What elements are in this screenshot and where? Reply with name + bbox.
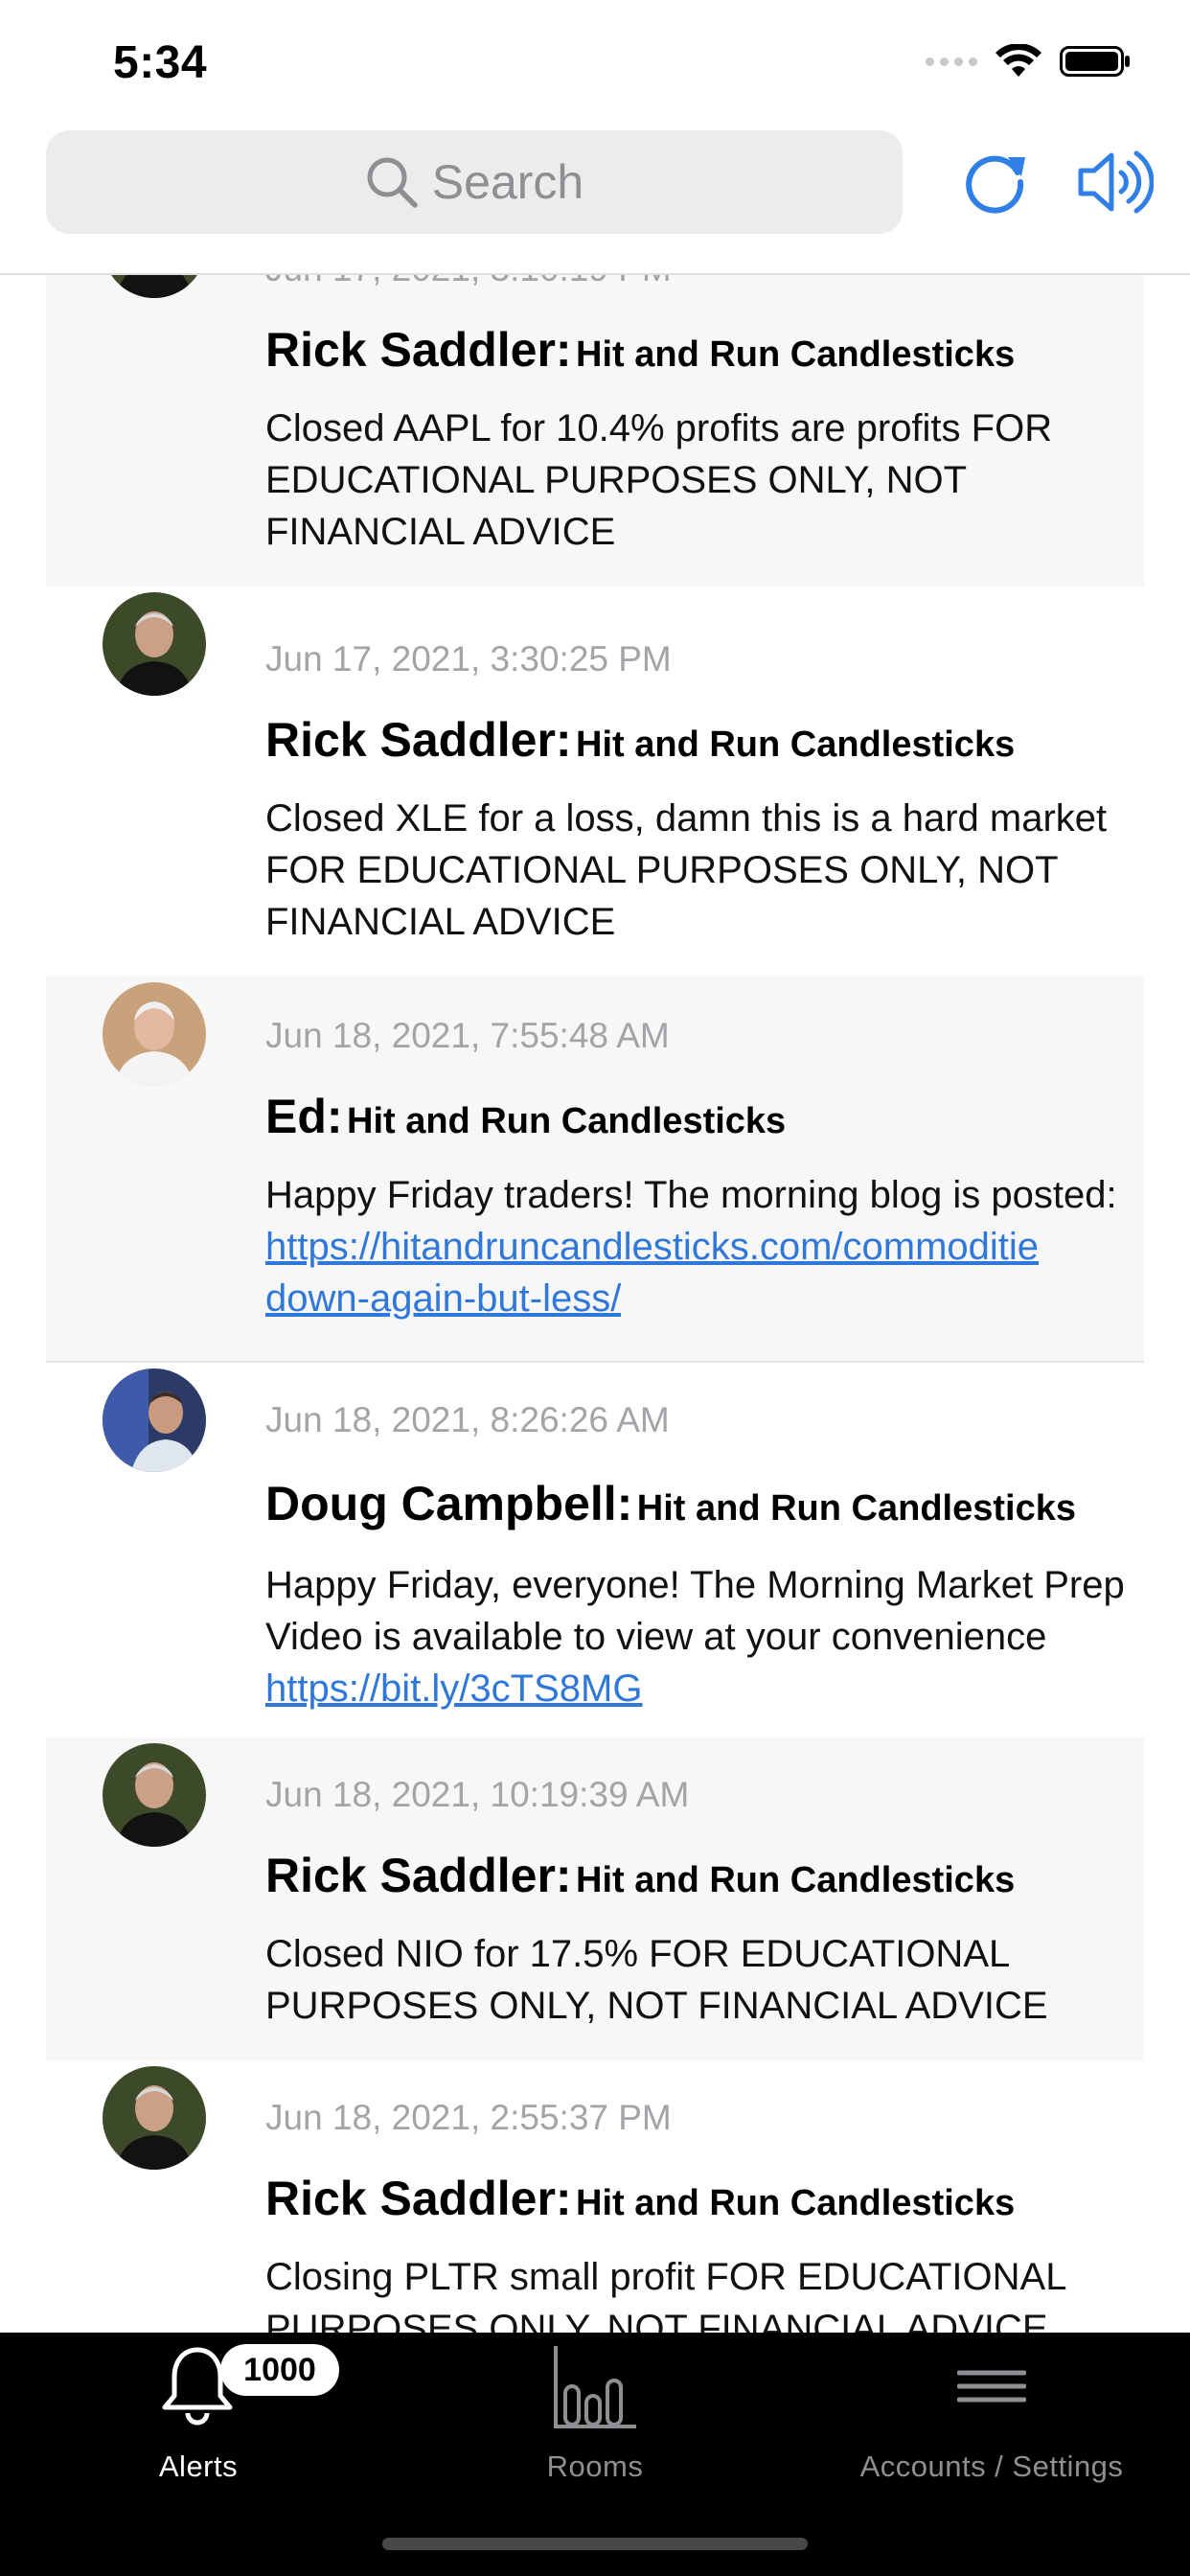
refresh-icon bbox=[966, 155, 1025, 214]
speaker-icon bbox=[1078, 150, 1154, 214]
message-room: Hit and Run Candlesticks bbox=[347, 1101, 787, 1141]
message-timestamp: Jun 17, 2021, 3:10:19 PM bbox=[265, 275, 1125, 288]
status-bar: 5:34 bbox=[0, 0, 1190, 125]
tab-accounts-settings[interactable]: Accounts / Settings bbox=[793, 2333, 1190, 2505]
message-text: Happy Friday, everyone! The Morning Mark… bbox=[265, 1559, 1125, 1714]
message-text: Closing PLTR small profit FOR EDUCATIONA… bbox=[265, 2256, 1065, 2333]
message-room: Hit and Run Candlesticks bbox=[636, 1488, 1076, 1529]
message-text: Closed XLE for a loss, damn this is a ha… bbox=[265, 797, 1108, 943]
avatar bbox=[103, 592, 206, 696]
bar-chart-icon bbox=[554, 2346, 636, 2428]
battery-icon bbox=[1060, 46, 1130, 77]
list-item[interactable]: Jun 18, 2021, 7:55:48 AM Ed: Hit and Run… bbox=[46, 977, 1144, 1363]
tab-bar: 1000 Alerts Rooms Accounts / Settings bbox=[0, 2333, 1190, 2576]
message-link[interactable]: https://bit.ly/3cTS8MG bbox=[265, 1668, 642, 1710]
message-text: Closed NIO for 17.5% FOR EDUCATIONAL PUR… bbox=[265, 1933, 1048, 2027]
message-title: Rick Saddler: Hit and Run Candlesticks bbox=[265, 711, 1125, 781]
search-placeholder: Search bbox=[431, 155, 584, 209]
message-timestamp: Jun 18, 2021, 8:26:26 AM bbox=[265, 1400, 670, 1439]
avatar bbox=[103, 982, 206, 1086]
message-title: Rick Saddler: Hit and Run Candlesticks bbox=[265, 2170, 1125, 2240]
avatar bbox=[103, 1368, 206, 1472]
list-item[interactable]: Jun 18, 2021, 8:26:26 AM Doug Campbell: … bbox=[46, 1363, 1144, 1737]
tab-label: Accounts / Settings bbox=[859, 2450, 1124, 2483]
tab-label: Rooms bbox=[546, 2450, 644, 2483]
message-timestamp: Jun 18, 2021, 2:55:37 PM bbox=[265, 2098, 672, 2137]
list-item[interactable]: Jun 17, 2021, 3:10:19 PM Rick Saddler: H… bbox=[46, 275, 1144, 586]
message-text-body: Happy Friday traders! The morning blog i… bbox=[265, 1174, 1117, 1216]
message-author: Rick Saddler: bbox=[265, 323, 572, 377]
alerts-badge: 1000 bbox=[220, 2344, 339, 2396]
message-author: Doug Campbell: bbox=[265, 1477, 633, 1530]
message-author: Rick Saddler: bbox=[265, 1849, 572, 1902]
message-author: Rick Saddler: bbox=[265, 2172, 572, 2225]
list-item[interactable]: Jun 18, 2021, 10:19:39 AM Rick Saddler: … bbox=[46, 1737, 1144, 2060]
message-title: Rick Saddler: Hit and Run Candlesticks bbox=[265, 1847, 1125, 1917]
list-item[interactable]: Jun 17, 2021, 3:30:25 PM Rick Saddler: H… bbox=[46, 586, 1144, 977]
tab-alerts[interactable]: 1000 Alerts bbox=[0, 2333, 397, 2505]
message-room: Hit and Run Candlesticks bbox=[576, 1860, 1016, 1900]
message-text: Happy Friday traders! The morning blog i… bbox=[265, 1169, 1125, 1338]
message-timestamp: Jun 18, 2021, 10:19:39 AM bbox=[265, 1775, 690, 1814]
message-room: Hit and Run Candlesticks bbox=[576, 334, 1016, 375]
message-room: Hit and Run Candlesticks bbox=[576, 724, 1016, 765]
message-title: Rick Saddler: Hit and Run Candlesticks bbox=[265, 321, 1125, 391]
message-title: Ed: Hit and Run Candlesticks bbox=[265, 1088, 1125, 1158]
list-item[interactable]: Jun 18, 2021, 2:55:37 PM Rick Saddler: H… bbox=[46, 2060, 1144, 2333]
status-time: 5:34 bbox=[113, 37, 208, 88]
message-link[interactable]: https://hitandruncandlesticks.com/commod… bbox=[265, 1221, 1125, 1273]
message-room: Hit and Run Candlesticks bbox=[576, 2183, 1016, 2223]
menu-icon bbox=[957, 2370, 1026, 2403]
search-icon bbox=[367, 157, 418, 208]
message-text-body: Happy Friday, everyone! The Morning Mark… bbox=[265, 1564, 1125, 1658]
message-author: Rick Saddler: bbox=[265, 713, 572, 767]
message-author: Ed: bbox=[265, 1090, 343, 1143]
message-text: Closed AAPL for 10.4% profits are profit… bbox=[265, 407, 1053, 553]
message-title: Doug Campbell: Hit and Run Candlesticks bbox=[265, 1472, 1125, 1548]
home-indicator bbox=[382, 2538, 808, 2550]
header: Search bbox=[0, 125, 1190, 275]
avatar bbox=[103, 2066, 206, 2170]
alerts-feed[interactable]: Jun 17, 2021, 3:10:19 PM Rick Saddler: H… bbox=[0, 275, 1190, 2333]
message-link-continued[interactable]: down-again-but-less/ bbox=[265, 1273, 621, 1324]
tab-label: Alerts bbox=[158, 2450, 239, 2483]
message-timestamp: Jun 17, 2021, 3:30:25 PM bbox=[265, 639, 672, 678]
avatar bbox=[103, 1743, 206, 1847]
sound-button[interactable] bbox=[1077, 144, 1154, 220]
cellular-signal-icon bbox=[926, 57, 977, 66]
wifi-icon bbox=[995, 44, 1041, 77]
status-icons bbox=[926, 44, 1133, 79]
search-input[interactable]: Search bbox=[46, 130, 903, 234]
message-timestamp: Jun 18, 2021, 7:55:48 AM bbox=[265, 1016, 670, 1055]
refresh-button[interactable] bbox=[956, 144, 1033, 220]
tab-rooms[interactable]: Rooms bbox=[397, 2333, 793, 2505]
